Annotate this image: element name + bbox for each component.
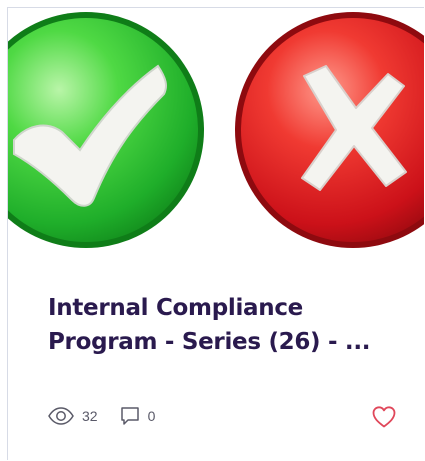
comments-count: 0: [147, 408, 156, 424]
post-cover-image[interactable]: [8, 8, 424, 256]
views-count: 32: [82, 408, 98, 424]
blog-post-card[interactable]: Internal Compliance Program - Series (26…: [7, 7, 424, 460]
heart-icon: [372, 406, 396, 428]
eye-icon: [48, 407, 74, 425]
red-x-icon: [235, 12, 424, 248]
like-button[interactable]: [371, 405, 397, 429]
comments-stat[interactable]: 0: [120, 406, 156, 426]
post-title[interactable]: Internal Compliance Program - Series (26…: [48, 291, 408, 359]
green-check-icon: [8, 12, 204, 248]
comment-bubble-icon: [120, 406, 140, 426]
post-stats: 32 0: [48, 404, 177, 428]
views-stat: 32: [48, 407, 98, 425]
divider: [48, 380, 386, 381]
